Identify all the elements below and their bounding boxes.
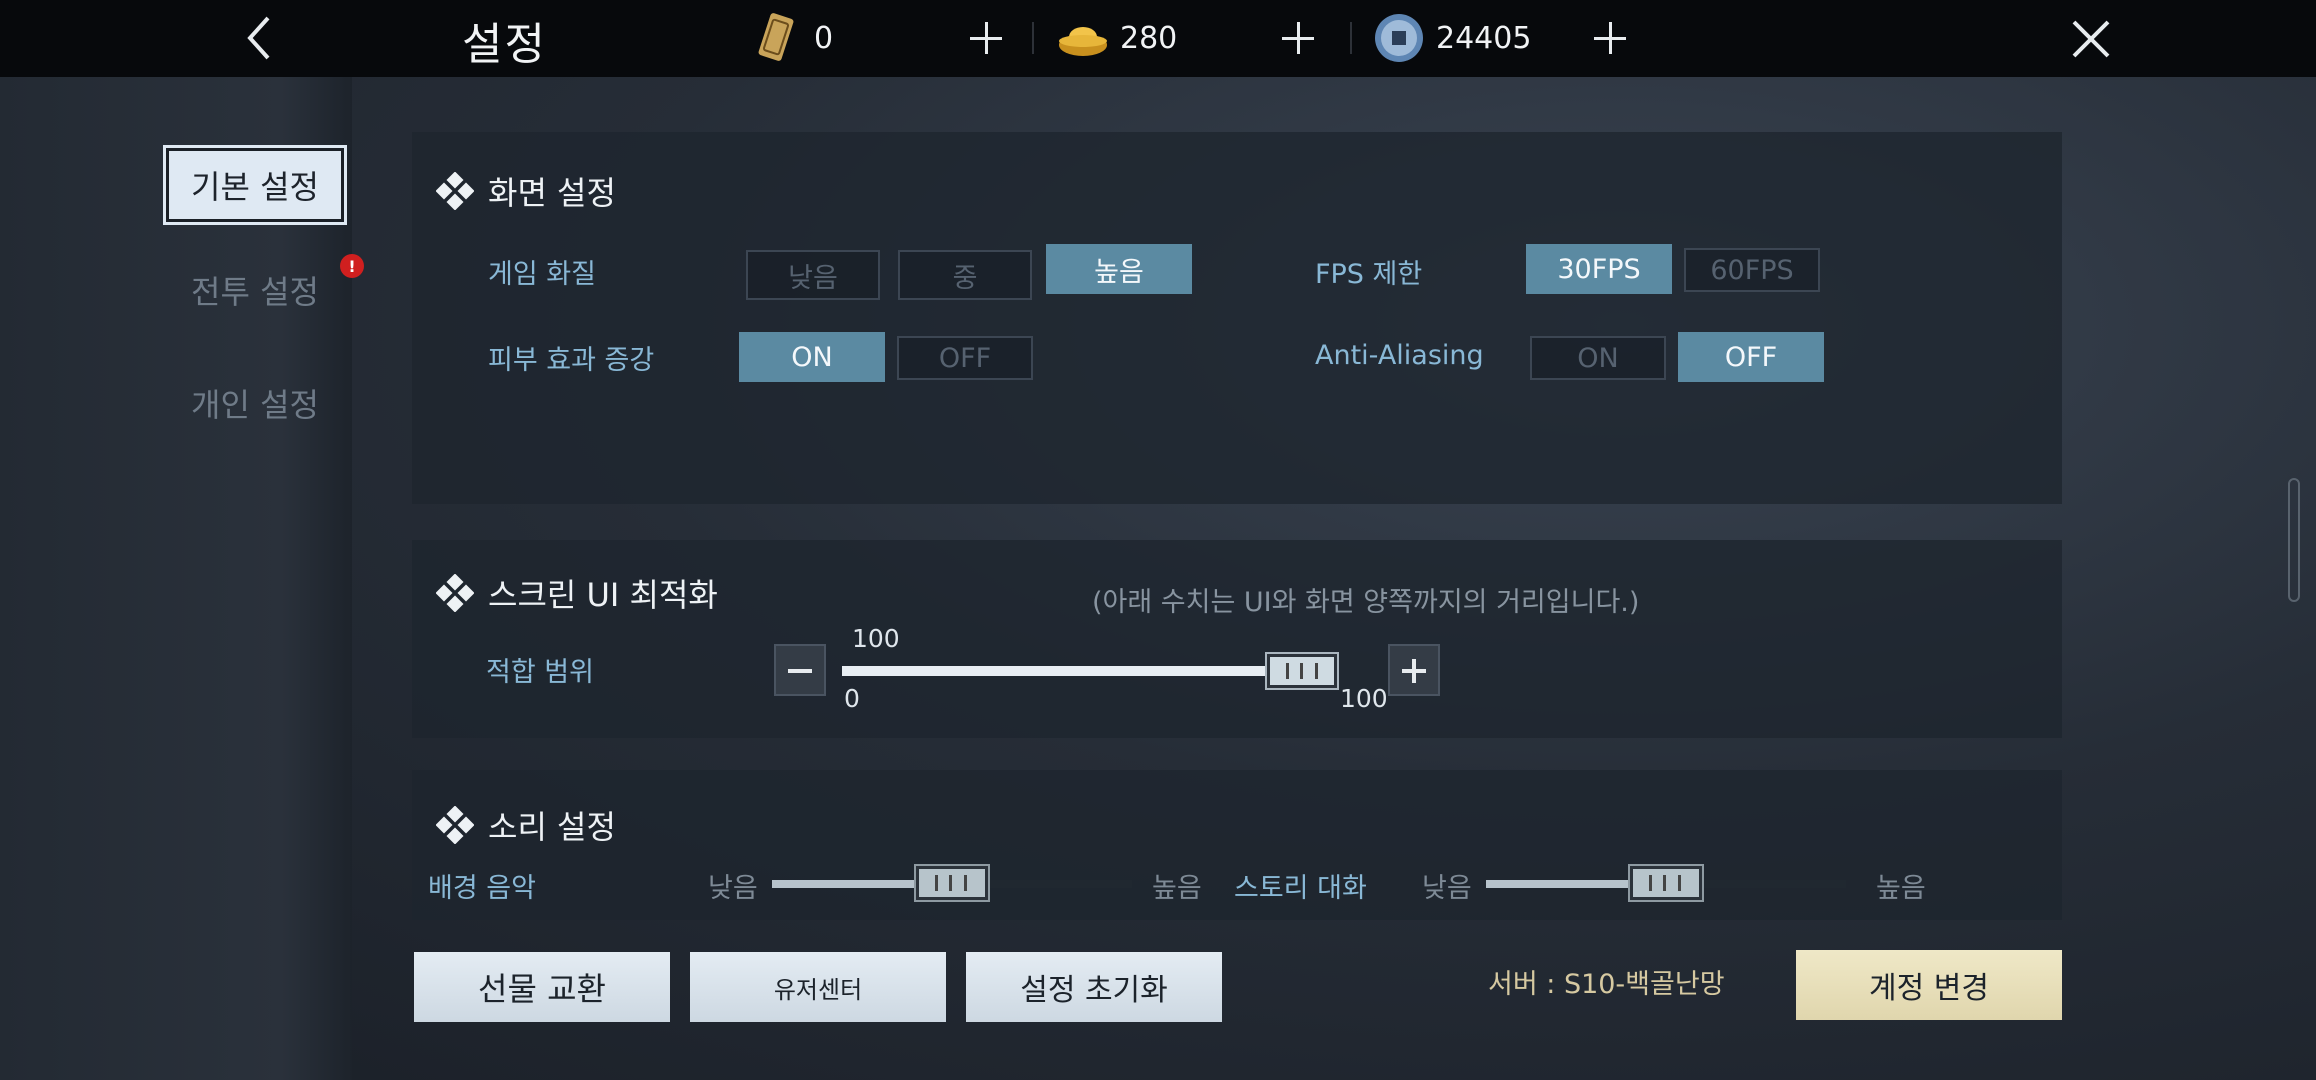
sidebar-item-personal[interactable]: 개인 설정 [166, 367, 344, 439]
bgm-slider-knob[interactable] [916, 866, 988, 900]
currency-gold: 280 [1056, 12, 1177, 64]
divider [1350, 22, 1352, 54]
quality-label: 게임 화질 [488, 259, 596, 290]
display-settings-panel: 화면 설정 게임 화질 낮음 중 높음 FPS 제한 30FPS 60FPS 피… [412, 132, 2062, 504]
gold-ingot-icon [1059, 27, 1107, 56]
grip-icon [935, 875, 967, 891]
section-title: 소리 설정 [436, 802, 616, 848]
bgm-low-label: 낮음 [708, 873, 758, 904]
bgm-label: 배경 음악 [428, 873, 536, 904]
silver-count: 24405 [1436, 20, 1532, 56]
reset-settings-button[interactable]: 설정 초기화 [966, 952, 1222, 1022]
gift-exchange-button[interactable]: 선물 교환 [414, 952, 670, 1022]
aa-off-option[interactable]: OFF [1678, 332, 1824, 382]
bgm-high-label: 높음 [1152, 873, 1202, 904]
fps-label: FPS 제한 [1315, 259, 1423, 290]
section-title: 화면 설정 [436, 168, 616, 214]
skin-effect-label: 피부 효과 증강 [488, 345, 655, 376]
top-bar: 설정 0 280 24405 [0, 0, 2316, 77]
add-silver-button[interactable] [1590, 18, 1630, 58]
add-token-button[interactable] [966, 18, 1006, 58]
close-icon[interactable] [2068, 16, 2114, 62]
currency-token: 0 [750, 12, 833, 64]
add-gold-button[interactable] [1278, 18, 1318, 58]
sidebar: 기본 설정 전투 설정 ! 개인 설정 [0, 77, 364, 1080]
sidebar-item-label: 기본 설정 [191, 168, 319, 206]
anti-aliasing-label: Anti-Aliasing [1315, 340, 1484, 371]
sound-settings-panel: 소리 설정 배경 음악 낮음 높음 스토리 대화 낮음 높음 [412, 770, 2062, 920]
screen-ui-note: (아래 수치는 UI와 화면 양쪽까지의 거리입니다.) [1092, 587, 1640, 618]
sidebar-item-basic[interactable]: 기본 설정 [163, 145, 347, 225]
server-info: 서버 : S10-백골난망 [1488, 969, 1725, 1000]
back-arrow-icon[interactable] [240, 10, 280, 66]
aa-on-option[interactable]: ON [1530, 336, 1666, 380]
diamond-bullet-icon [436, 806, 474, 844]
story-dialog-label: 스토리 대화 [1234, 873, 1367, 904]
grip-icon [1649, 875, 1681, 891]
skin-off-option[interactable]: OFF [897, 336, 1033, 380]
quality-high-option[interactable]: 높음 [1046, 244, 1192, 294]
skin-on-option[interactable]: ON [739, 332, 885, 382]
user-center-button[interactable]: 유저센터 [690, 952, 946, 1022]
screen-ui-panel: 스크린 UI 최적화 (아래 수치는 UI와 화면 양쪽까지의 거리입니다.) … [412, 540, 2062, 738]
fps-30-option[interactable]: 30FPS [1526, 244, 1672, 294]
story-high-label: 높음 [1876, 873, 1926, 904]
silver-coin-icon [1375, 14, 1423, 62]
alert-badge: ! [340, 254, 364, 278]
diamond-bullet-icon [436, 574, 474, 612]
page-title: 설정 [462, 19, 547, 70]
divider [1032, 22, 1034, 54]
change-account-button[interactable]: 계정 변경 [1796, 950, 2062, 1020]
sidebar-item-battle[interactable]: 전투 설정 ! [166, 254, 364, 326]
fit-current-value: 100 [852, 624, 900, 653]
fit-min-value: 0 [844, 684, 860, 713]
sidebar-item-label: 개인 설정 [191, 386, 319, 424]
fit-range-slider-track[interactable] [842, 666, 1312, 676]
fps-60-option[interactable]: 60FPS [1684, 248, 1820, 292]
fit-range-label: 적합 범위 [486, 657, 594, 688]
fit-max-value: 100 [1340, 684, 1388, 713]
story-slider-knob[interactable] [1630, 866, 1702, 900]
diamond-bullet-icon [436, 172, 474, 210]
fit-range-slider-knob[interactable] [1267, 654, 1337, 688]
increase-button[interactable] [1388, 644, 1440, 696]
currency-silver: 24405 [1372, 12, 1531, 64]
quality-medium-option[interactable]: 중 [898, 250, 1032, 300]
token-count: 0 [814, 20, 834, 56]
grip-icon [1286, 663, 1318, 679]
scrollbar[interactable] [2288, 478, 2300, 602]
token-card-icon [758, 13, 794, 61]
section-title: 스크린 UI 최적화 [436, 570, 718, 616]
story-low-label: 낮음 [1422, 873, 1472, 904]
gold-count: 280 [1120, 20, 1178, 56]
sidebar-item-label: 전투 설정 [191, 273, 319, 311]
decrease-button[interactable] [774, 644, 826, 696]
quality-low-option[interactable]: 낮음 [746, 250, 880, 300]
